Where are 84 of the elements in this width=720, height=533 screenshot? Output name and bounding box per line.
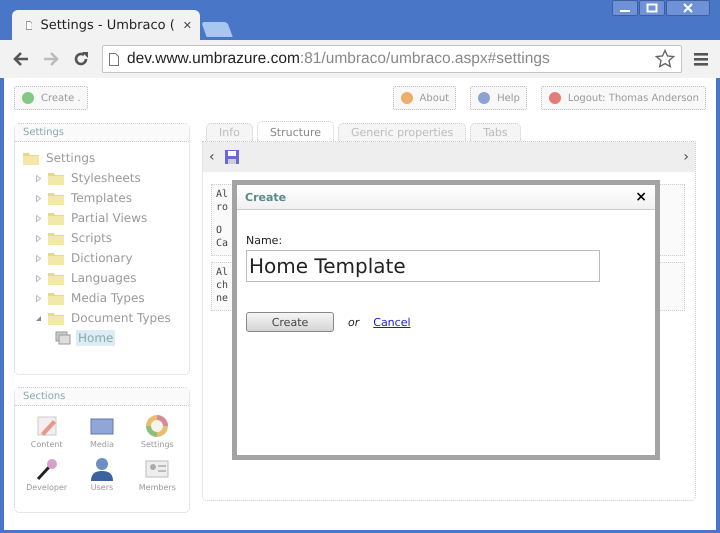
folder-icon bbox=[48, 271, 64, 285]
user-icon[interactable] bbox=[90, 457, 114, 481]
scroll-right-icon[interactable]: › bbox=[683, 149, 689, 165]
section-label[interactable]: Content bbox=[30, 440, 63, 449]
section-label[interactable]: Users bbox=[90, 483, 114, 492]
collapsed-arrow-icon[interactable] bbox=[35, 234, 43, 242]
toolbar-button[interactable]: Logout: Thomas Anderson bbox=[540, 86, 706, 110]
help-circle-icon bbox=[477, 91, 492, 105]
menu-icon[interactable] bbox=[694, 52, 708, 66]
collapsed-arrow-icon[interactable] bbox=[35, 214, 43, 222]
folder-icon bbox=[48, 231, 64, 245]
minimize-icon[interactable] bbox=[612, 0, 638, 16]
address-bar[interactable]: dev.www.umbrazure.com:81/umbraco/umbraco.aspx#settings bbox=[102, 45, 682, 73]
tree-item[interactable]: Partial Views bbox=[69, 210, 150, 226]
text-fragment: Al bbox=[216, 189, 228, 202]
tree-item[interactable]: Dictionary bbox=[69, 250, 135, 266]
tab[interactable]: Generic properties bbox=[338, 123, 466, 141]
tree-item[interactable]: Scripts bbox=[69, 230, 114, 246]
tree-item[interactable]: Document Types bbox=[69, 310, 173, 326]
text-fragment: ne bbox=[216, 293, 228, 306]
collapsed-arrow-icon[interactable] bbox=[35, 294, 43, 302]
page-icon bbox=[26, 18, 32, 32]
folder-icon bbox=[48, 171, 64, 185]
collapsed-arrow-icon[interactable] bbox=[35, 254, 43, 262]
toolbar-button[interactable]: Help bbox=[470, 86, 527, 110]
new-tab-button[interactable] bbox=[201, 22, 233, 37]
collapsed-arrow-icon[interactable] bbox=[35, 174, 43, 182]
save-icon[interactable] bbox=[224, 150, 239, 164]
folder-icon bbox=[48, 211, 64, 225]
collapsed-arrow-icon[interactable] bbox=[35, 194, 43, 202]
tree-item[interactable]: Media Types bbox=[69, 290, 147, 306]
name-field[interactable]: Home Template bbox=[246, 250, 600, 282]
folder-icon bbox=[48, 191, 64, 205]
text-fragment: ch bbox=[216, 280, 228, 293]
text-fragment: Ca bbox=[216, 238, 228, 251]
collapsed-arrow-icon[interactable] bbox=[35, 274, 43, 282]
url-path: :81/umbraco/umbraco.aspx#settings bbox=[300, 50, 550, 67]
about-circle-icon bbox=[400, 91, 414, 105]
folder-icon bbox=[48, 311, 64, 325]
expanded-arrow-icon[interactable] bbox=[35, 314, 43, 322]
toolbar-button[interactable]: About bbox=[392, 86, 456, 110]
tab[interactable]: Info bbox=[206, 123, 253, 141]
tree-item[interactable]: Templates bbox=[69, 190, 134, 206]
wand-icon[interactable] bbox=[34, 457, 59, 481]
scroll-left-icon[interactable]: ‹ bbox=[209, 149, 215, 165]
logout-circle-icon bbox=[548, 91, 562, 105]
section-label[interactable]: Developer bbox=[26, 483, 68, 492]
url-host: dev.www.umbrazure.com bbox=[127, 50, 300, 67]
maximize-icon[interactable] bbox=[639, 0, 665, 16]
folder-icon bbox=[48, 251, 64, 265]
folder-icon bbox=[48, 291, 64, 305]
pencil-icon[interactable] bbox=[34, 414, 59, 438]
tree-item[interactable]: Settings bbox=[44, 150, 98, 166]
section-label[interactable]: Members bbox=[138, 483, 176, 492]
text-fragment: O bbox=[216, 225, 222, 238]
close-icon[interactable] bbox=[666, 0, 710, 16]
tab[interactable]: Tabs bbox=[470, 123, 521, 141]
page-icon bbox=[109, 52, 119, 66]
tree-item[interactable]: Languages bbox=[69, 270, 138, 286]
tree-item[interactable]: Home bbox=[76, 330, 116, 346]
create-circle-icon bbox=[21, 91, 35, 105]
create-button[interactable]: Create bbox=[246, 312, 334, 332]
section-label[interactable]: Media bbox=[90, 440, 114, 449]
reload-icon[interactable] bbox=[72, 50, 90, 68]
section-label[interactable]: Settings bbox=[140, 440, 174, 449]
star-icon[interactable] bbox=[655, 49, 675, 69]
close-tab-icon[interactable]: ✕ bbox=[182, 18, 192, 32]
text-fragment: Al bbox=[216, 267, 228, 280]
color-wheel-icon[interactable] bbox=[145, 414, 170, 438]
panel-title: Sections bbox=[15, 388, 189, 406]
back-icon[interactable] bbox=[12, 51, 30, 67]
or-text: or bbox=[348, 316, 360, 328]
close-icon[interactable]: × bbox=[635, 189, 647, 205]
tab[interactable]: Structure bbox=[256, 121, 334, 141]
browser-tab[interactable]: Settings - Umbraco ( ✕ bbox=[12, 10, 200, 40]
cancel-link[interactable]: Cancel bbox=[373, 316, 411, 328]
text-fragment: ro bbox=[216, 202, 228, 215]
dialog-title: Create bbox=[245, 190, 286, 204]
field-label: Name: bbox=[246, 234, 284, 247]
document-stack-icon bbox=[55, 331, 71, 345]
tree-item[interactable]: Stylesheets bbox=[69, 170, 143, 186]
folder-icon bbox=[23, 151, 39, 165]
panel-title: Settings bbox=[15, 124, 189, 142]
toolbar-button[interactable]: Create . bbox=[14, 86, 88, 110]
